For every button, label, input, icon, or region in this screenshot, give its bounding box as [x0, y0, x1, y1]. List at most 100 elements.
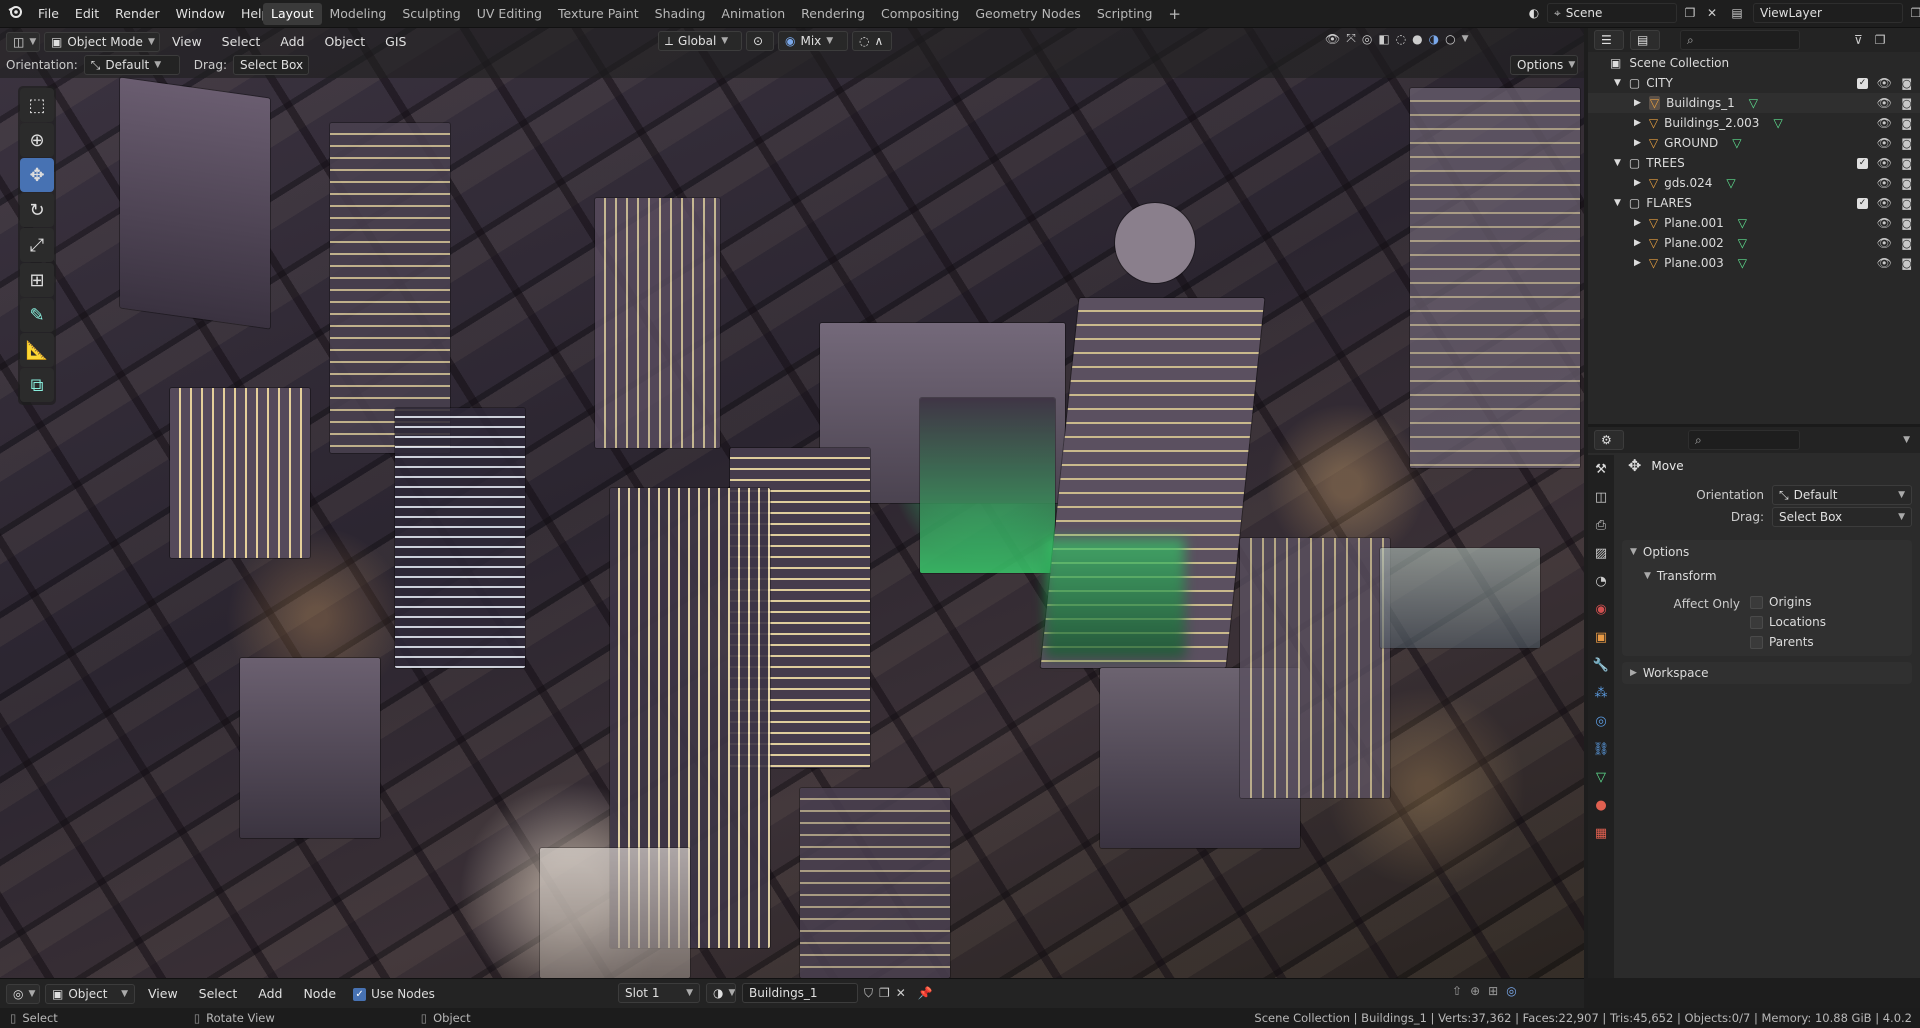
move-tool-icon[interactable]: ✥	[20, 158, 54, 192]
editor-type-selector[interactable]: ◎ ▼	[6, 984, 40, 1004]
orientation-dropdown[interactable]: ⤡ Default ▼	[1772, 485, 1912, 505]
properties-options-icon[interactable]: ▼	[1903, 435, 1910, 445]
outliner-row-trees[interactable]: ▼ ▢ TREES ✓ 👁 ◙	[1588, 153, 1920, 173]
parents-checkbox[interactable]: Parents	[1750, 635, 1814, 649]
tab-texture-paint[interactable]: Texture Paint	[550, 3, 647, 25]
expand-arrow-icon[interactable]: ▼	[1614, 198, 1621, 208]
object-tab-icon[interactable]: ▣	[1588, 623, 1614, 651]
locations-checkbox[interactable]: Locations	[1750, 615, 1826, 629]
exclude-checkbox[interactable]: ✓	[1857, 77, 1868, 89]
expand-arrow-icon[interactable]: ▶	[1634, 98, 1641, 108]
eye-icon[interactable]: 👁	[1877, 216, 1892, 230]
outliner-row-plane-001[interactable]: ▶ ▽ Plane.001 ▽ 👁 ◙	[1588, 213, 1920, 233]
expand-arrow-icon[interactable]: ▶	[1634, 118, 1641, 128]
eye-icon[interactable]: 👁	[1877, 196, 1892, 210]
view-layer-selector[interactable]: ViewLayer	[1753, 3, 1903, 23]
camera-icon[interactable]: ◙	[1901, 237, 1912, 250]
add-cube-tool-icon[interactable]: ⧉	[20, 368, 54, 402]
camera-icon[interactable]: ◙	[1901, 97, 1912, 110]
snap-icon[interactable]: ⊕	[1470, 984, 1480, 998]
transform-orientation-selector[interactable]: ⟂ Global ▼	[658, 31, 742, 51]
material-slot-selector[interactable]: Slot 1 ▼	[618, 983, 700, 1003]
camera-icon[interactable]: ◙	[1901, 117, 1912, 130]
select-box-tool-icon[interactable]: ⬚	[20, 88, 54, 122]
eye-icon[interactable]: 👁	[1877, 256, 1892, 270]
menu-window[interactable]: Window	[168, 3, 233, 25]
rotate-tool-icon[interactable]: ↻	[20, 193, 54, 227]
xray-icon[interactable]: ◧	[1378, 32, 1389, 46]
cursor-tool-icon[interactable]: ⊕	[20, 123, 54, 157]
tab-uv-editing[interactable]: UV Editing	[469, 3, 550, 25]
overlay-icon[interactable]: ◎	[1506, 984, 1516, 998]
tab-geometry-nodes[interactable]: Geometry Nodes	[967, 3, 1088, 25]
render-tab-icon[interactable]: ◫	[1588, 483, 1614, 511]
tab-modeling[interactable]: Modeling	[322, 3, 395, 25]
delete-scene-icon[interactable]: ✕	[1703, 6, 1721, 20]
unlink-material-icon[interactable]: ✕	[896, 986, 906, 1000]
duplicate-material-icon[interactable]: ❐	[879, 986, 890, 1000]
texture-tab-icon[interactable]: ▦	[1588, 819, 1614, 847]
expand-arrow-icon[interactable]: ▶	[1634, 258, 1641, 268]
eye-icon[interactable]: 👁	[1877, 176, 1892, 190]
tab-shading[interactable]: Shading	[647, 3, 714, 25]
properties-editor-type[interactable]: ⚙	[1594, 430, 1624, 450]
editor-type-selector[interactable]: ◫ ▼	[6, 32, 40, 52]
viewport-menu-select[interactable]: Select	[214, 31, 269, 53]
scene-tab-icon[interactable]: ◔	[1588, 567, 1614, 595]
exclude-checkbox[interactable]: ✓	[1857, 197, 1868, 209]
tab-compositing[interactable]: Compositing	[873, 3, 967, 25]
expand-arrow-icon[interactable]: ▼	[1614, 158, 1621, 168]
annotate-tool-icon[interactable]: ✎	[20, 298, 54, 332]
shading-options-icon[interactable]: ▼	[1462, 34, 1469, 44]
outliner-row-plane-003[interactable]: ▶ ▽ Plane.003 ▽ 👁 ◙	[1588, 253, 1920, 273]
physics-tab-icon[interactable]: ◎	[1588, 707, 1614, 735]
eye-icon[interactable]: 👁	[1877, 116, 1892, 130]
new-scene-icon[interactable]: ❐	[1681, 6, 1699, 20]
world-tab-icon[interactable]: ◉	[1588, 595, 1614, 623]
snap-selector[interactable]: ◉ Mix ▼	[778, 31, 848, 51]
eye-icon[interactable]: 👁	[1877, 136, 1892, 150]
node-menu-select[interactable]: Select	[191, 983, 246, 1005]
outliner-row-ground[interactable]: ▶ ▽ GROUND ▽ 👁 ◙	[1588, 133, 1920, 153]
outliner-row-plane-002[interactable]: ▶ ▽ Plane.002 ▽ 👁 ◙	[1588, 233, 1920, 253]
expand-arrow-icon[interactable]: ▼	[1614, 78, 1621, 88]
gizmo-icon[interactable]: ⤧	[1346, 31, 1356, 46]
material-name-field[interactable]: Buildings_1	[742, 983, 858, 1003]
workspace-panel[interactable]: ▶ Workspace	[1622, 662, 1912, 684]
exclude-checkbox[interactable]: ✓	[1857, 157, 1868, 169]
rendered-shading-icon[interactable]: ○	[1445, 32, 1455, 46]
scale-tool-icon[interactable]: ⤢	[20, 228, 54, 262]
camera-icon[interactable]: ◙	[1901, 217, 1912, 230]
wireframe-shading-icon[interactable]: ◌	[1396, 32, 1406, 46]
camera-icon[interactable]: ◙	[1901, 77, 1912, 90]
properties-search-input[interactable]: ⌕	[1688, 430, 1800, 450]
menu-file[interactable]: File	[30, 3, 67, 25]
scene-icon[interactable]: ◐	[1525, 3, 1543, 23]
measure-tool-icon[interactable]: 📐	[20, 333, 54, 367]
viewport-menu-view[interactable]: View	[164, 31, 210, 53]
eye-icon[interactable]: 👁	[1877, 236, 1892, 250]
particles-tab-icon[interactable]: ⁂	[1588, 679, 1614, 707]
use-nodes-checkbox[interactable]: ✓ Use Nodes	[353, 987, 435, 1001]
viewport-menu-add[interactable]: Add	[272, 31, 312, 53]
shader-type-selector[interactable]: ▣ Object ▼	[45, 984, 135, 1004]
blender-logo-icon[interactable]	[6, 3, 30, 25]
expand-arrow-icon[interactable]: ▶	[1634, 138, 1641, 148]
camera-icon[interactable]: ◙	[1901, 197, 1912, 210]
origins-checkbox[interactable]: Origins	[1750, 595, 1812, 609]
visibility-icon[interactable]: 👁	[1325, 32, 1340, 46]
proportional-editing-toggle[interactable]: ◌ ∧	[852, 31, 892, 51]
menu-edit[interactable]: Edit	[67, 3, 107, 25]
outliner-row-flares[interactable]: ▼ ▢ FLARES ✓ 👁 ◙	[1588, 193, 1920, 213]
view-layer-tab-icon[interactable]: ▨	[1588, 539, 1614, 567]
filter-icon[interactable]: ⊽	[1854, 33, 1863, 47]
eye-icon[interactable]: 👁	[1877, 96, 1892, 110]
tool-tab-icon[interactable]: ⚒	[1588, 455, 1614, 483]
expand-arrow-icon[interactable]: ▶	[1634, 218, 1641, 228]
tab-animation[interactable]: Animation	[713, 3, 793, 25]
node-menu-view[interactable]: View	[140, 983, 186, 1005]
data-tab-icon[interactable]: ▽	[1588, 763, 1614, 791]
eye-icon[interactable]: 👁	[1877, 76, 1892, 90]
mode-selector[interactable]: ▣ Object Mode ▼	[44, 32, 160, 52]
material-tab-icon[interactable]: ●	[1588, 791, 1614, 819]
